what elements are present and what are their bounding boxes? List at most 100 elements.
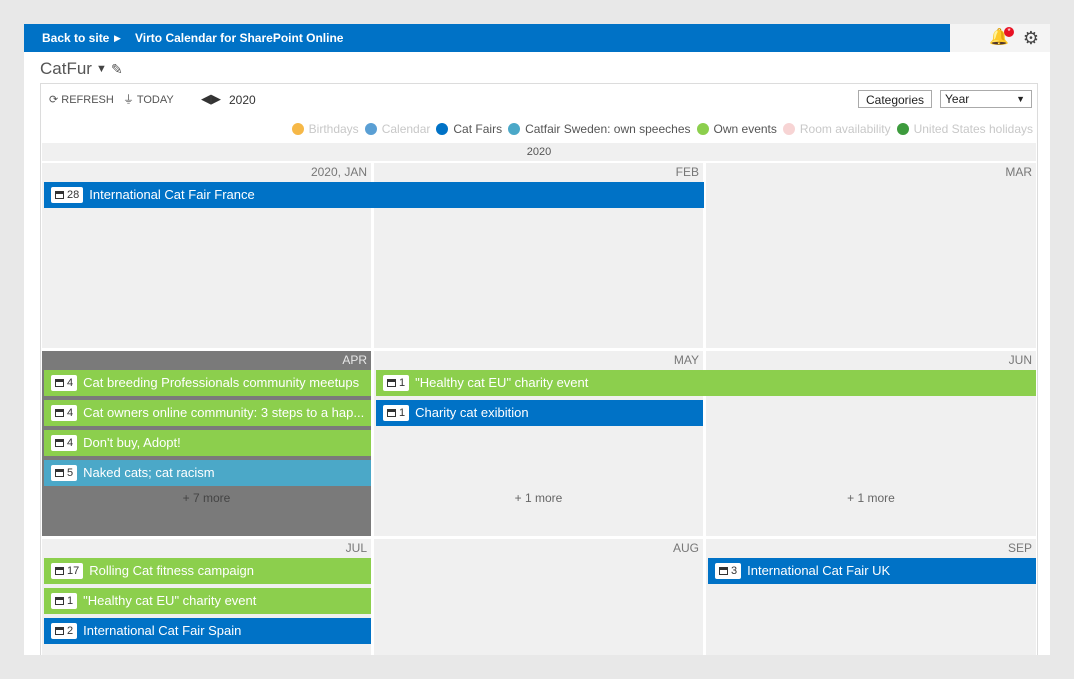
event-bar[interactable]: 5 Naked cats; cat racism — [44, 460, 371, 486]
calendar-icon — [387, 379, 396, 387]
more-events-link[interactable]: + 1 more — [374, 491, 703, 505]
event-bar[interactable]: 17 Rolling Cat fitness campaign — [44, 558, 371, 584]
calendar-icon — [55, 439, 64, 447]
calendar-icon — [55, 597, 64, 605]
gear-icon[interactable]: ⚙ — [1020, 28, 1042, 48]
event-title: Cat breeding Professionals community mee… — [83, 375, 360, 390]
event-bar[interactable]: 2 International Cat Fair Spain — [44, 618, 371, 644]
event-title: International Cat Fair France — [89, 187, 255, 202]
legend-item[interactable]: Own events — [696, 119, 777, 139]
event-title: "Healthy cat EU" charity event — [83, 593, 257, 608]
legend-item[interactable]: Cat Fairs — [436, 119, 502, 139]
event-title: Cat owners online community: 3 steps to … — [83, 405, 365, 420]
legend-label: Cat Fairs — [453, 122, 503, 136]
legend-color-dot — [696, 123, 709, 135]
legend-label: Calendar — [381, 122, 431, 136]
event-date-badge: 5 — [51, 465, 78, 481]
edit-icon[interactable]: ✎ — [111, 59, 123, 79]
event-bar[interactable]: 4 Cat breeding Professionals community me… — [44, 370, 371, 396]
more-events-link[interactable]: + 1 more — [706, 491, 1036, 505]
month-label: MAY — [673, 353, 699, 367]
legend-item[interactable]: Birthdays — [291, 119, 359, 139]
back-to-site-link[interactable]: Back to site — [42, 24, 109, 52]
legend-color-dot — [896, 123, 909, 135]
legend-color-dot — [364, 123, 377, 135]
legend-label: Own events — [713, 122, 777, 136]
calendar-icon — [719, 567, 728, 575]
month-label: JUN — [1008, 353, 1032, 367]
event-bar[interactable]: 1 "Healthy cat EU" charity event — [44, 588, 371, 614]
event-date-badge: 1 — [383, 405, 410, 421]
calendar-icon — [55, 567, 64, 575]
top-navigation-bar: Back to site ▶ Virto Calendar for ShareP… — [24, 24, 1050, 52]
legend-color-dot — [508, 123, 521, 135]
event-title: Naked cats; cat racism — [83, 465, 215, 480]
event-bar[interactable]: 4 Cat owners online community: 3 steps to… — [44, 400, 371, 426]
event-title: Don't buy, Adopt! — [83, 435, 181, 450]
chevron-down-icon[interactable]: ▼ — [96, 59, 107, 79]
event-date-badge: 4 — [51, 405, 78, 421]
legend-label: Room availability — [799, 122, 891, 136]
chevron-down-icon: ▼ — [1016, 94, 1025, 104]
legend-item[interactable]: Catfair Sweden: own speeches — [508, 119, 691, 139]
legend-color-dot — [291, 123, 304, 135]
category-legend: Birthdays Calendar Cat Fairs Catfair Sweden… — [41, 119, 1033, 139]
calendar-name[interactable]: CatFur — [40, 57, 92, 81]
event-date-badge: 1 — [51, 593, 78, 609]
calendar-icon — [55, 379, 64, 387]
event-date-badge: 1 — [383, 375, 410, 391]
month-cell-sep[interactable]: SEP — [706, 539, 1036, 655]
current-year-label: 2020 — [229, 93, 256, 107]
calendar-icon — [55, 469, 64, 477]
month-label: JUL — [345, 541, 367, 555]
breadcrumb-separator-icon: ▶ — [114, 33, 121, 43]
month-label: FEB — [675, 165, 699, 179]
legend-item[interactable]: Calendar — [364, 119, 431, 139]
month-label: AUG — [672, 541, 699, 555]
event-date-badge: 28 — [51, 187, 84, 203]
legend-item[interactable]: United States holidays — [896, 119, 1033, 139]
month-cell-aug[interactable]: AUG — [374, 539, 703, 655]
year-header: 2020 — [42, 143, 1036, 161]
legend-color-dot — [782, 123, 795, 135]
legend-item[interactable]: Room availability — [782, 119, 891, 139]
more-events-link[interactable]: + 7 more — [42, 491, 371, 505]
legend-color-dot — [436, 123, 449, 135]
month-label: SEP — [1007, 541, 1032, 555]
legend-label: United States holidays — [913, 122, 1033, 136]
event-date-badge: 2 — [51, 623, 78, 639]
top-actions: 🔔 * ⚙ ? — [950, 24, 1050, 52]
event-title: "Healthy cat EU" charity event — [415, 375, 589, 390]
legend-label: Catfair Sweden: own speeches — [525, 122, 691, 136]
view-select[interactable]: Year ▼ — [940, 90, 1032, 108]
notification-badge: * — [1004, 27, 1014, 37]
event-title: Charity cat exibition — [415, 405, 529, 420]
event-date-badge: 4 — [51, 435, 78, 451]
event-date-badge: 4 — [51, 375, 78, 391]
calendar-app: Back to site ▶ Virto Calendar for ShareP… — [24, 24, 1050, 655]
event-bar[interactable]: 1 Charity cat exibition — [376, 400, 703, 426]
calendar-icon — [55, 627, 64, 635]
month-label: MAR — [1005, 165, 1032, 179]
calendar-icon — [55, 409, 64, 417]
prev-next-arrows-icon[interactable]: ◀▶ — [201, 90, 221, 108]
event-date-badge: 3 — [715, 563, 742, 579]
view-select-value: Year — [945, 92, 970, 106]
legend-label: Birthdays — [308, 122, 359, 136]
month-label: APR — [342, 353, 367, 367]
event-bar[interactable]: 28 International Cat Fair France — [44, 182, 704, 208]
month-cell-mar[interactable]: MAR — [706, 163, 1036, 348]
event-title: International Cat Fair UK — [747, 563, 891, 578]
app-title: Virto Calendar for SharePoint Online — [135, 31, 344, 45]
categories-button[interactable]: Categories — [858, 90, 932, 108]
today-button[interactable]: ⏚ TODAY — [123, 91, 174, 109]
event-bar[interactable]: 1 "Healthy cat EU" charity event — [376, 370, 1036, 396]
event-title: Rolling Cat fitness campaign — [89, 563, 254, 578]
refresh-button[interactable]: ⟳ REFRESH — [49, 91, 114, 109]
event-title: International Cat Fair Spain — [83, 623, 242, 638]
event-date-badge: 17 — [51, 563, 84, 579]
calendar-icon — [55, 191, 64, 199]
calendar-icon — [387, 409, 396, 417]
event-bar[interactable]: 3 International Cat Fair UK — [708, 558, 1036, 584]
event-bar[interactable]: 4 Don't buy, Adopt! — [44, 430, 371, 456]
